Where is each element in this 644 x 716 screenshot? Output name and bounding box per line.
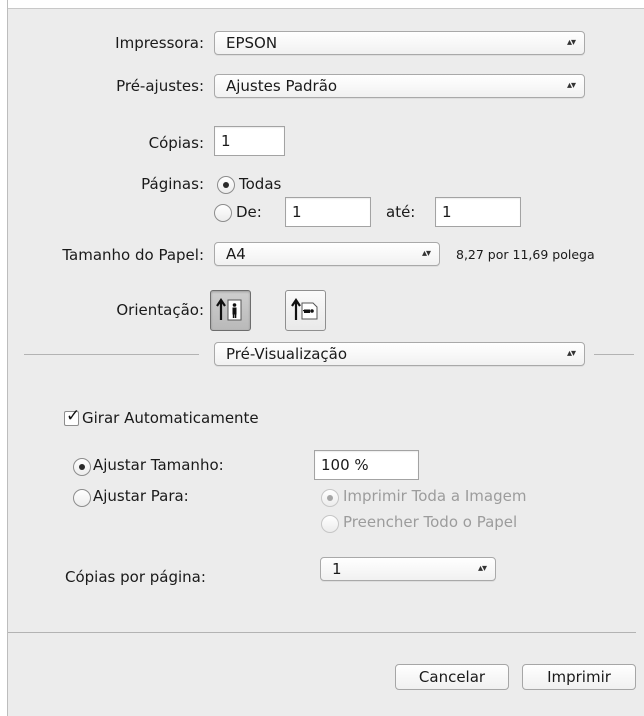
copies-label: Cópias:: [148, 134, 204, 152]
presets-popup[interactable]: Ajustes Padrão ▴▾: [214, 74, 585, 98]
presets-label: Pré-ajustes:: [116, 77, 204, 95]
fill-entire-paper-radio[interactable]: [321, 515, 339, 533]
pages-to-field[interactable]: 1: [435, 197, 521, 227]
fill-entire-paper-label: Preencher Todo o Papel: [343, 513, 518, 531]
checkmark-icon: ✓: [66, 406, 81, 426]
paper-dimensions-text: 8,27 por 11,69 polega: [456, 247, 595, 262]
scale-field[interactable]: 100 %: [314, 450, 419, 480]
radio-dot: [223, 182, 229, 188]
paper-size-popup[interactable]: A4 ▴▾: [214, 242, 440, 266]
popup-arrows-icon: ▴▾: [477, 563, 487, 574]
section-divider-right: [594, 354, 634, 355]
fit-radio[interactable]: [73, 489, 91, 507]
copies-per-page-popup[interactable]: 1 ▴▾: [320, 557, 496, 581]
radio-dot: [79, 464, 85, 470]
pages-all-label: Todas: [239, 175, 282, 193]
auto-rotate-checkbox[interactable]: ✓: [64, 407, 80, 426]
printer-label: Impressora:: [115, 34, 204, 52]
popup-arrows-icon: ▴▾: [566, 37, 576, 48]
pages-to-label: até:: [386, 203, 416, 221]
copies-field[interactable]: 1: [214, 126, 285, 156]
orientation-label: Orientação:: [116, 301, 204, 319]
printer-popup[interactable]: EPSON ▴▾: [214, 31, 585, 55]
print-entire-image-label: Imprimir Toda a Imagem: [343, 487, 527, 505]
presets-popup-value: Ajustes Padrão: [226, 77, 338, 95]
landscape-orientation-button[interactable]: [285, 290, 326, 331]
portrait-orientation-button[interactable]: [210, 290, 251, 331]
section-popup[interactable]: Pré-Visualização ▴▾: [214, 342, 585, 366]
pages-all-radio[interactable]: [217, 176, 235, 194]
copies-per-page-value: 1: [332, 560, 342, 578]
scale-radio[interactable]: [73, 458, 91, 476]
landscape-orientation-icon: [291, 298, 318, 320]
section-popup-value: Pré-Visualização: [226, 345, 348, 363]
fit-label: Ajustar Para:: [93, 487, 189, 505]
window-top-edge: [0, 0, 644, 9]
pages-from-label: De:: [236, 203, 262, 221]
copies-per-page-label: Cópias por página:: [65, 568, 206, 586]
cancel-button[interactable]: Cancelar: [395, 664, 509, 690]
printer-popup-value: EPSON: [226, 34, 278, 52]
bottom-divider: [8, 632, 636, 633]
popup-arrows-icon: ▴▾: [421, 248, 431, 259]
radio-dot: [327, 495, 333, 501]
pages-range-radio[interactable]: [214, 204, 232, 222]
scale-label: Ajustar Tamanho:: [93, 456, 224, 474]
print-entire-image-radio[interactable]: [321, 489, 339, 507]
window-left-edge: [0, 0, 8, 716]
pages-label: Páginas:: [141, 175, 204, 193]
print-button[interactable]: Imprimir: [522, 664, 636, 690]
popup-arrows-icon: ▴▾: [566, 348, 576, 359]
portrait-orientation-icon: [216, 298, 242, 321]
section-divider-left: [24, 354, 199, 355]
popup-arrows-icon: ▴▾: [566, 80, 576, 91]
paper-size-label: Tamanho do Papel:: [62, 246, 204, 264]
auto-rotate-label: Girar Automaticamente: [82, 409, 259, 427]
pages-from-field[interactable]: 1: [285, 197, 371, 227]
paper-size-popup-value: A4: [226, 245, 246, 263]
